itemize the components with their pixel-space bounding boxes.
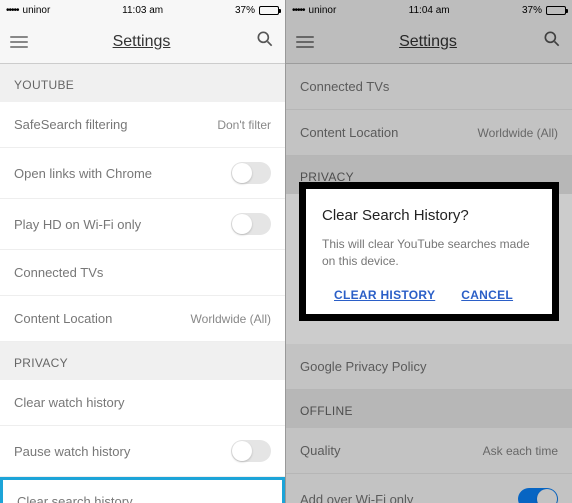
- row-label: SafeSearch filtering: [14, 117, 217, 132]
- row-content-location[interactable]: Content Location Worldwide (All): [0, 296, 285, 342]
- row-connected-tvs[interactable]: Connected TVs: [0, 250, 285, 296]
- row-clear-watch[interactable]: Clear watch history: [0, 380, 285, 426]
- row-label: Play HD on Wi-Fi only: [14, 217, 231, 232]
- toggle-pause-watch[interactable]: [231, 440, 271, 462]
- section-header-youtube: YOUTUBE: [0, 64, 285, 102]
- dialog-title: Clear Search History?: [322, 207, 536, 224]
- row-label: Clear watch history: [14, 395, 271, 410]
- section-header-privacy: PRIVACY: [0, 342, 285, 380]
- cancel-button[interactable]: CANCEL: [461, 288, 513, 302]
- search-icon[interactable]: [255, 29, 275, 54]
- row-label: Content Location: [14, 311, 191, 326]
- row-label: Open links with Chrome: [14, 166, 231, 181]
- row-clear-search[interactable]: Clear search history: [0, 477, 285, 503]
- nav-bar: Settings: [0, 20, 285, 64]
- row-open-chrome[interactable]: Open links with Chrome: [0, 148, 285, 199]
- dialog-clear-search: Clear Search History? This will clear Yo…: [299, 182, 559, 321]
- clock: 11:03 am: [122, 5, 163, 16]
- modal-backdrop: Clear Search History? This will clear Yo…: [286, 0, 572, 503]
- row-label: Pause watch history: [14, 444, 231, 459]
- dialog-actions: CLEAR HISTORY CANCEL: [322, 288, 536, 302]
- row-safesearch[interactable]: SafeSearch filtering Don't filter: [0, 102, 285, 148]
- toggle-chrome[interactable]: [231, 162, 271, 184]
- menu-icon[interactable]: [10, 36, 28, 48]
- screenshot-right: ••••• uninor 11:04 am 37% Settings Conne…: [286, 0, 572, 503]
- row-value: Worldwide (All): [191, 312, 271, 326]
- carrier-label: uninor: [23, 5, 51, 16]
- battery-percent: 37%: [235, 5, 255, 16]
- dialog-message: This will clear YouTube searches made on…: [322, 236, 536, 270]
- settings-content[interactable]: YOUTUBE SafeSearch filtering Don't filte…: [0, 64, 285, 503]
- row-label: Clear search history: [17, 494, 268, 503]
- battery-icon: [259, 6, 279, 15]
- clear-history-button[interactable]: CLEAR HISTORY: [334, 288, 435, 302]
- page-title: Settings: [113, 33, 171, 51]
- row-label: Connected TVs: [14, 265, 271, 280]
- toggle-hd[interactable]: [231, 213, 271, 235]
- row-hd-wifi[interactable]: Play HD on Wi-Fi only: [0, 199, 285, 250]
- screenshot-left: ••••• uninor 11:03 am 37% Settings YOUTU…: [0, 0, 286, 503]
- status-bar: ••••• uninor 11:03 am 37%: [0, 0, 285, 20]
- row-value: Don't filter: [217, 118, 271, 132]
- signal-dots-icon: •••••: [6, 5, 19, 16]
- row-pause-watch[interactable]: Pause watch history: [0, 426, 285, 477]
